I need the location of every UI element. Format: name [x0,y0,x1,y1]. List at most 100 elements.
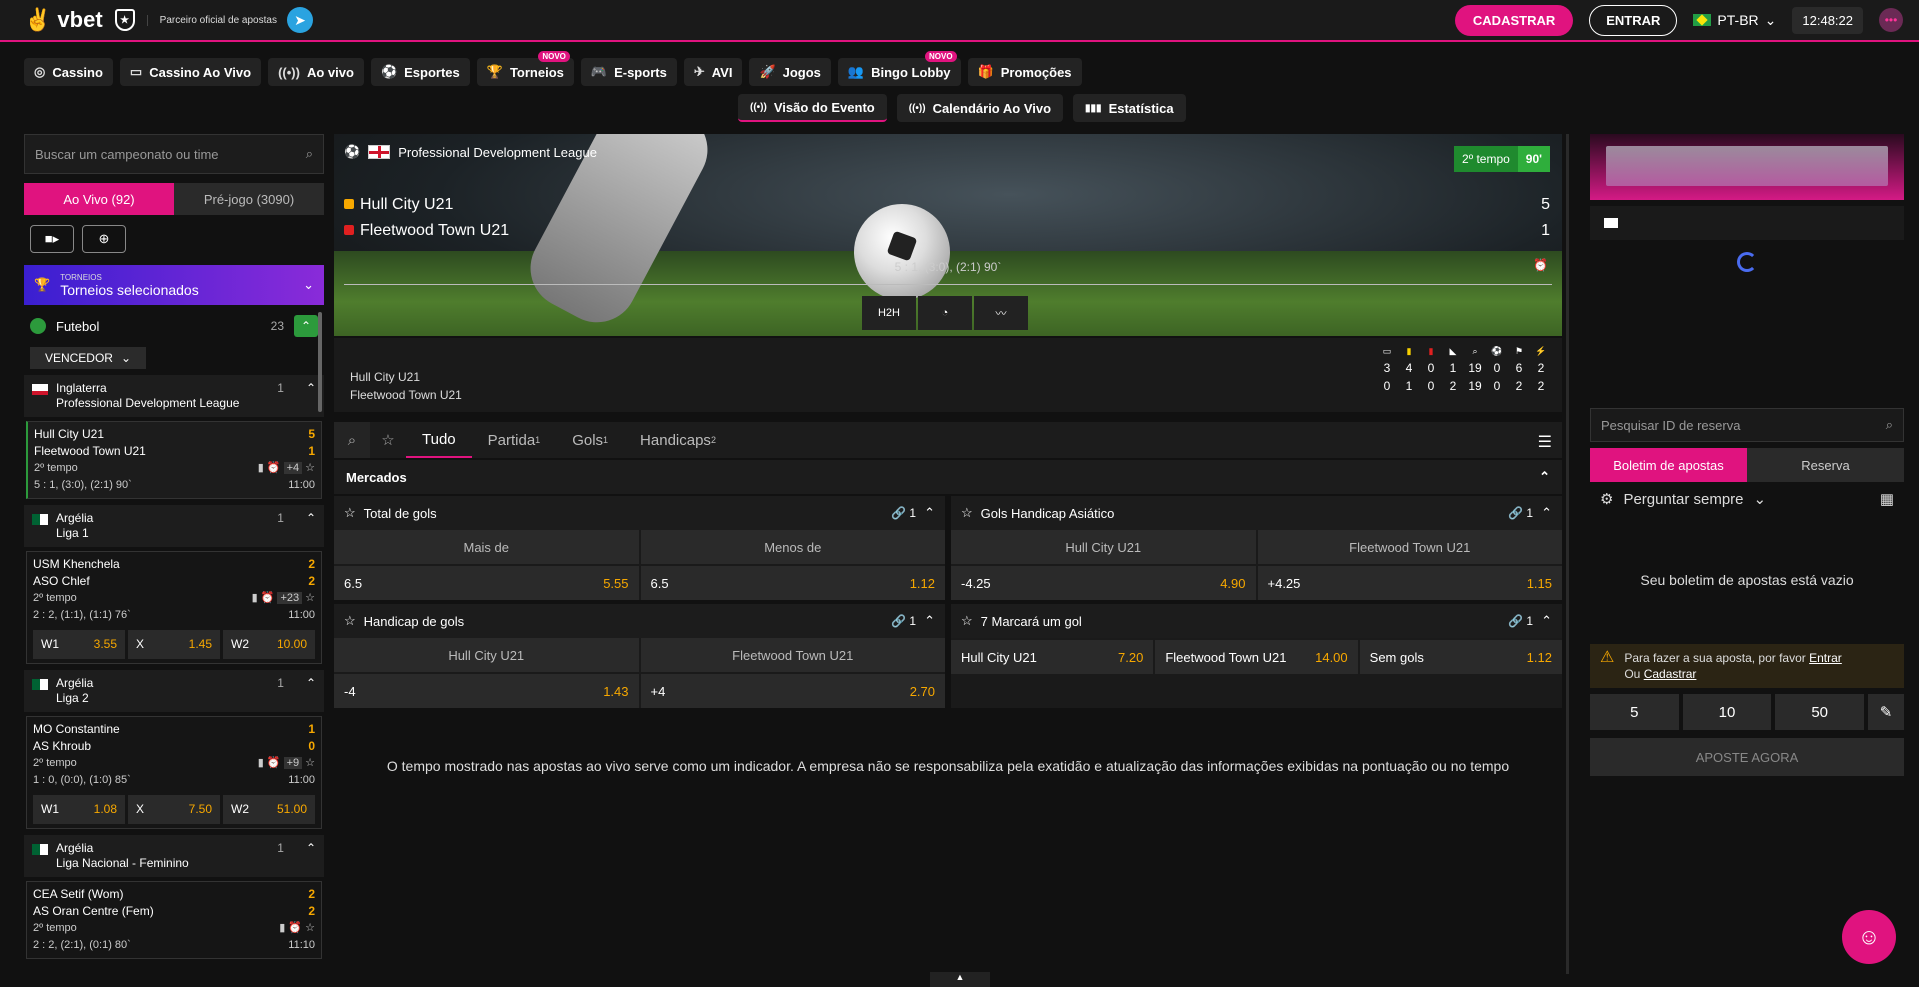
more-icon[interactable]: ••• [1879,8,1903,32]
nav-item-avi[interactable]: ✈ AVI [683,58,743,86]
nav-item-cassino[interactable]: ◎ Cassino [24,58,113,86]
calculator-icon[interactable]: ▦ [1880,490,1894,508]
odds-button[interactable]: +4.25 1.15 [1257,566,1562,600]
market-header[interactable]: ☆ 7 Marcará um gol 🔗 1 ⌃ [951,604,1562,638]
stats-icon[interactable]: ▮ [258,757,267,769]
match-card[interactable]: CEA Setif (Wom) 2 AS Oran Centre (Fem) 2 2º … [26,881,322,959]
star-icon[interactable]: ☆ [305,592,315,604]
odds-button[interactable]: X 1.45 [128,630,220,659]
chat-support-icon[interactable]: ☺ [1842,910,1896,964]
odds-button[interactable]: W1 1.08 [33,795,125,824]
more-markets-badge[interactable]: +9 [283,757,303,769]
place-bet-button[interactable]: APOSTE AGORA [1590,738,1904,776]
trend-icon[interactable]: 〰 [974,296,1028,330]
market-header[interactable]: ☆ Gols Handicap Asiático 🔗 1 ⌃ [951,496,1562,530]
promo-banner[interactable] [1590,134,1904,200]
nav-item-esportes[interactable]: ⚽ Esportes [370,58,470,86]
telegram-icon[interactable]: ➤ [286,7,313,33]
alarm-icon[interactable]: ⏰ [1533,258,1548,272]
league-header[interactable]: Inglaterra Professional Development Leagu… [24,375,324,417]
link-icon[interactable]: 🔗 1 [1508,614,1533,628]
alarm-icon[interactable]: ⏰ [267,462,284,474]
alarm-icon[interactable]: ⏰ [267,757,284,769]
stake-button[interactable]: 50 [1775,694,1865,730]
tab-handicaps[interactable]: Handicaps 2 [624,422,732,458]
odds-change-select[interactable]: ⚙ Perguntar sempre ⌄ ▦ [1590,482,1904,516]
sport-football[interactable]: Futebol 23 ⌃ [24,311,324,341]
market-filter-select[interactable]: VENCEDOR ⌄ [30,347,146,369]
booking-id-search-input[interactable]: Pesquisar ID de reserva ⌕ [1590,408,1904,442]
star-icon[interactable]: ☆ [344,613,356,629]
subnav-item[interactable]: ((•)) Calendário Ao Vivo [896,94,1064,122]
selected-tournaments[interactable]: 🏆 TORNEIOS Torneios selecionados ⌄ [24,265,324,305]
star-icon[interactable]: ☆ [305,462,315,474]
nav-item-torneios[interactable]: 🏆 Torneios NOVO [476,51,574,86]
collapse-icon[interactable]: ⌃ [294,315,318,337]
logo[interactable]: ✌ vbet ★ [24,7,135,33]
odds-button[interactable]: W1 3.55 [33,630,125,659]
h2h-button[interactable]: H2H [862,296,916,330]
odds-button[interactable]: Hull City U21 7.20 [951,640,1154,674]
tab-betslip[interactable]: Boletim de apostas [1590,448,1747,482]
tab-all[interactable]: Tudo [406,422,472,458]
register-button[interactable]: CADASTRAR [1454,4,1574,36]
star-icon[interactable]: ☆ [961,505,973,521]
odds-button[interactable]: Sem gols 1.12 [1359,640,1562,674]
league-search-input[interactable]: Buscar um campeonato ou time ⌕ [24,134,324,174]
tab-reserve[interactable]: Reserva [1747,448,1904,482]
odds-button[interactable]: W2 10.00 [223,630,315,659]
more-markets-badge[interactable]: +4 [283,462,303,474]
stake-button[interactable]: 10 [1682,694,1772,730]
video-icon[interactable]: ■▸ [30,225,74,253]
odds-button[interactable]: +4 2.70 [640,674,945,708]
nav-item-bingo-lobby[interactable]: 👥 Bingo Lobby NOVO [837,51,961,86]
star-icon[interactable]: ☆ [370,422,406,458]
tab-prematch[interactable]: Pré-jogo (3090) [174,183,324,215]
subnav-item[interactable]: ▮▮▮ Estatística [1073,94,1186,122]
odds-button[interactable]: 6.5 1.12 [640,566,945,600]
language-select[interactable]: PT-BR ⌄ [1693,12,1776,29]
stats-icon[interactable]: ▮ [252,592,261,604]
search-icon[interactable]: ⌕ [334,422,370,458]
nav-item-jogos[interactable]: 🚀 Jogos [749,58,831,86]
tab-live[interactable]: Ao Vivo (92) [24,183,174,215]
stats-icon[interactable]: ▮ [258,462,267,474]
match-card[interactable]: Hull City U21 5 Fleetwood Town U21 1 2º temp… [26,421,322,499]
warning-login-link[interactable]: Entrar [1809,651,1842,665]
stake-button[interactable]: 5 [1590,694,1679,730]
login-button[interactable]: ENTRAR [1589,4,1678,36]
nav-item-e-sports[interactable]: 🎮 E-sports [580,58,677,86]
stats-icon[interactable]: ▮ [279,922,288,934]
league-header[interactable]: Argélia Liga Nacional - Feminino 1 ⌃ [24,835,324,877]
odds-button[interactable]: X 7.50 [128,795,220,824]
nav-item-cassino-ao-vivo[interactable]: ▭ Cassino Ao Vivo [119,58,262,86]
subnav-item[interactable]: ((•)) Visão do Evento [738,94,887,122]
pie-chart-icon[interactable]: ◔ [918,296,972,330]
league-header[interactable]: Argélia Liga 2 1 ⌃ [24,670,324,712]
center-scrollbar[interactable] [1566,134,1569,974]
match-card[interactable]: MO Constantine 1 AS Khroub 0 2º tempo ▮ ⏰ +9 ☆… [26,716,322,829]
link-icon[interactable]: 🔗 1 [891,506,916,520]
odds-button[interactable]: -4 1.43 [334,674,639,708]
league-header[interactable]: Argélia Liga 1 1 ⌃ [24,505,324,547]
list-view-icon[interactable]: ☰ [1538,432,1552,452]
nav-item-promoções[interactable]: 🎁 Promoções [967,58,1082,86]
warning-register-link[interactable]: Cadastrar [1644,667,1697,681]
market-header[interactable]: ☆ Total de gols 🔗 1 ⌃ [334,496,945,530]
market-header[interactable]: ☆ Handicap de gols 🔗 1 ⌃ [334,604,945,638]
tab-match[interactable]: Partida 1 [472,422,557,458]
globe-icon[interactable]: ⊕ [82,225,126,253]
scroll-up-icon[interactable]: ▲ [930,972,990,987]
link-icon[interactable]: 🔗 1 [1508,506,1533,520]
star-icon[interactable]: ☆ [305,922,315,934]
sidebar-scrollbar[interactable] [318,312,322,412]
odds-button[interactable]: Fleetwood Town U21 14.00 [1155,640,1358,674]
alarm-icon[interactable]: ⏰ [261,592,278,604]
odds-button[interactable]: -4.25 4.90 [951,566,1256,600]
odds-button[interactable]: W2 51.00 [223,795,315,824]
star-icon[interactable]: ☆ [305,757,315,769]
markets-header[interactable]: Mercados ⌃ [334,460,1562,494]
star-icon[interactable]: ☆ [961,613,973,629]
pencil-icon[interactable]: ✎ [1868,694,1905,730]
nav-item-ao-vivo[interactable]: ((•)) Ao vivo [268,58,364,86]
